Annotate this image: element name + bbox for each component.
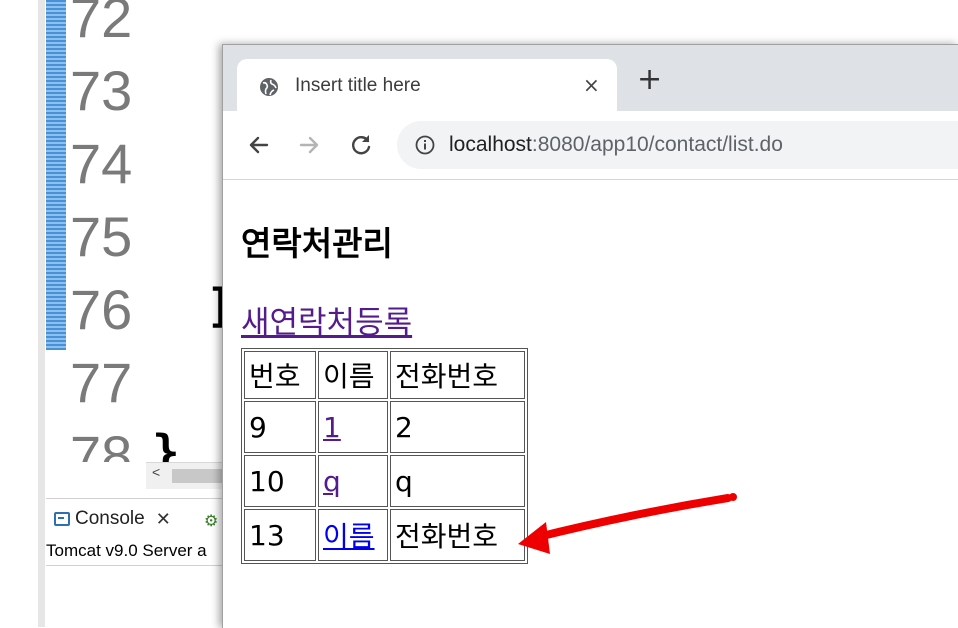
table-cell: 이름 [318, 509, 388, 561]
contact-table: 번호 이름 전화번호 9 1 2 10 q q 13 이름 전화번호 [241, 348, 528, 564]
line-number: 77 [70, 351, 133, 414]
table-cell: q [318, 455, 388, 507]
forward-arrow-icon[interactable] [295, 131, 323, 159]
table-header-row: 번호 이름 전화번호 [244, 351, 525, 399]
back-arrow-icon[interactable] [245, 131, 273, 159]
reload-icon[interactable] [347, 131, 375, 159]
contact-name-link[interactable]: 1 [323, 411, 341, 444]
editor-change-ruler [46, 0, 66, 350]
url-host: localhost [449, 133, 532, 156]
table-cell: 1 [318, 401, 388, 453]
ide-left-strip [38, 0, 45, 627]
table-cell: 13 [244, 509, 316, 561]
tab-title: Insert title here [295, 75, 421, 96]
editor-horizontal-scrollbar[interactable]: < [146, 462, 226, 489]
scroll-left-icon[interactable]: < [152, 464, 160, 480]
console-icon [54, 512, 70, 526]
contact-name-link[interactable]: q [323, 465, 341, 498]
line-number: 74 [70, 132, 133, 195]
line-number: 76 [70, 278, 133, 341]
table-row: 13 이름 전화번호 [244, 509, 525, 561]
line-number: 72 [70, 0, 133, 49]
table-row: 9 1 2 [244, 401, 525, 453]
tab-strip: Insert title here × + [223, 45, 958, 111]
browser-tab[interactable]: Insert title here × [237, 59, 617, 111]
close-icon[interactable]: ✕ [156, 509, 171, 530]
new-contact-link[interactable]: 새연락처등록 [241, 304, 412, 342]
annotation-arrow [518, 493, 737, 554]
contact-name-link[interactable]: 이름 [323, 520, 375, 553]
table-cell: 9 [244, 401, 316, 453]
line-number: 73 [70, 59, 133, 122]
line-number: 75 [70, 205, 133, 268]
column-header: 이름 [318, 351, 388, 399]
divider [46, 565, 226, 566]
info-icon[interactable] [415, 135, 435, 155]
console-tab[interactable]: Console ✕ [54, 507, 171, 531]
globe-icon [260, 78, 278, 96]
table-cell: 10 [244, 455, 316, 507]
address-bar[interactable]: localhost:8080/app10/contact/list.do [397, 121, 958, 169]
table-cell: 2 [390, 401, 525, 453]
column-header: 전화번호 [390, 351, 525, 399]
line-number: 78 [70, 424, 133, 462]
console-tab-label: Console [75, 508, 145, 529]
column-header: 번호 [244, 351, 316, 399]
url-path: :8080/app10/contact/list.do [531, 133, 783, 156]
new-tab-button[interactable]: + [637, 65, 662, 95]
servers-icon[interactable]: ⚙ [204, 511, 218, 530]
page-title: 연락처관리 [241, 224, 393, 263]
table-row: 10 q q [244, 455, 525, 507]
scroll-thumb[interactable] [172, 469, 226, 483]
console-view: Console ✕ ⚙ Tomcat v9.0 Server a [46, 498, 226, 628]
browser-toolbar: localhost:8080/app10/contact/list.do [223, 111, 958, 180]
console-status-line: Tomcat v9.0 Server a [46, 541, 207, 560]
url-text[interactable]: localhost:8080/app10/contact/list.do [449, 131, 783, 159]
close-tab-icon[interactable]: × [583, 73, 600, 97]
closing-brace: } [152, 425, 180, 462]
